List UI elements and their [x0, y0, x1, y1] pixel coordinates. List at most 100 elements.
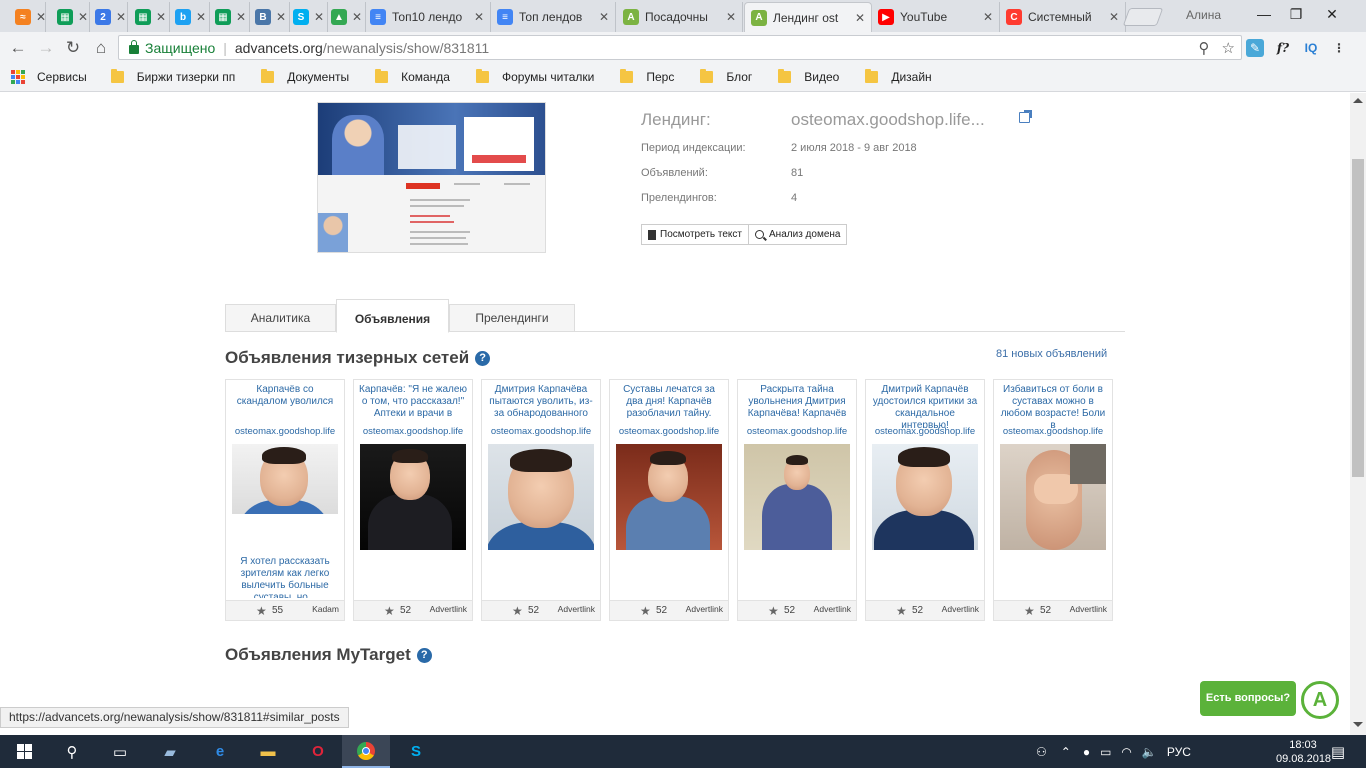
restore-icon[interactable]: ❐ [1282, 4, 1310, 24]
ad-image[interactable] [1000, 444, 1106, 550]
ad-headline[interactable]: Карпачёв: "Я не жалею о том, что рассказ… [358, 384, 468, 428]
tab-close-icon[interactable]: ✕ [983, 10, 993, 24]
landing-preview-image[interactable] [317, 102, 546, 253]
ad-domain[interactable]: osteomax.goodshop.life [866, 426, 984, 437]
tab-close-icon[interactable]: ✕ [599, 10, 609, 24]
tab-close-icon[interactable]: ✕ [352, 10, 362, 24]
ad-image[interactable] [616, 444, 722, 550]
teaser-ad-card[interactable]: Раскрыта тайна увольнения Дмитрия Карпач… [737, 379, 857, 621]
ad-image[interactable] [744, 444, 850, 550]
teaser-ad-card[interactable]: Карпачёв: "Я не жалею о том, что рассказ… [353, 379, 473, 621]
browser-tab[interactable]: A Лендинг ost ✕ [744, 2, 872, 32]
bookmark-folder[interactable]: Дизайн [865, 69, 932, 84]
page-scrollbar[interactable] [1350, 93, 1366, 735]
ad-headline[interactable]: Дмитрий Карпачёв удостоился критики за с… [870, 384, 980, 428]
edge-app-icon[interactable]: e [196, 735, 244, 768]
apps-icon[interactable] [11, 70, 25, 84]
tab-close-icon[interactable]: ✕ [1109, 10, 1119, 24]
ad-image[interactable] [872, 444, 978, 550]
task-view-icon[interactable]: ▭ [96, 735, 144, 768]
ad-domain[interactable]: osteomax.goodshop.life [610, 426, 728, 437]
battery-icon[interactable]: ▭ [1100, 745, 1111, 759]
ad-headline[interactable]: Избавиться от боли в суставах можно в лю… [998, 384, 1108, 428]
browser-tab[interactable]: ▦ ✕ [210, 2, 250, 32]
domain-analysis-button[interactable]: Анализ домена [749, 224, 848, 245]
help-icon[interactable]: ? [416, 647, 432, 663]
teaser-ad-card[interactable]: Избавиться от боли в суставах можно в лю… [993, 379, 1113, 621]
tab-close-icon[interactable]: ✕ [156, 10, 166, 24]
extension-iq-icon[interactable]: IQ [1302, 39, 1320, 57]
browser-tab[interactable]: ≈ ✕ [10, 2, 46, 32]
bookmark-apps-label[interactable]: Сервисы [37, 70, 87, 84]
ad-domain[interactable]: osteomax.goodshop.life [354, 426, 472, 437]
bookmark-folder[interactable]: Биржи тизерки пп [110, 69, 235, 84]
browser-tab[interactable]: B ✕ [250, 2, 290, 32]
opera-app-icon[interactable]: O [294, 735, 342, 768]
people-icon[interactable]: ⚇ [1036, 745, 1047, 759]
language-indicator[interactable]: РУС [1167, 745, 1191, 759]
extension-pen-icon[interactable]: ✎ [1246, 39, 1264, 57]
home-icon[interactable]: ⌂ [91, 38, 111, 58]
tab-close-icon[interactable]: ✕ [474, 10, 484, 24]
star-icon[interactable]: ★ [256, 604, 267, 618]
ad-description[interactable]: Я хотел рассказать зрителям как легко вы… [232, 556, 338, 598]
bookmark-folder[interactable]: Документы [261, 69, 349, 84]
external-link-icon[interactable] [1019, 110, 1032, 123]
tab-close-icon[interactable]: ✕ [855, 11, 865, 25]
url-text[interactable]: advancets.org/newanalysis/show/831811 [235, 40, 489, 56]
notepad-app-icon[interactable]: ▰ [146, 735, 194, 768]
tab-close-icon[interactable]: ✕ [196, 10, 206, 24]
reload-icon[interactable]: ↻ [63, 38, 83, 58]
start-button[interactable] [0, 735, 48, 768]
chat-logo-icon[interactable]: A [1301, 681, 1339, 719]
star-icon[interactable]: ★ [1024, 604, 1035, 618]
bookmark-folder[interactable]: Форумы читалки [475, 69, 594, 84]
browser-tab[interactable]: ▦ ✕ [52, 2, 90, 32]
tab-ads[interactable]: Объявления [336, 299, 449, 333]
tab-close-icon[interactable]: ✕ [116, 10, 126, 24]
browser-tab[interactable]: ▲ ✕ [326, 2, 366, 32]
browser-tab[interactable]: 2 ✕ [90, 2, 128, 32]
browser-tab[interactable]: ≡ Топ лендов ✕ [491, 2, 616, 32]
zoom-search-icon[interactable]: ⚲ [1199, 39, 1210, 57]
volume-icon[interactable]: 🔈 [1142, 745, 1157, 759]
star-icon[interactable]: ★ [640, 604, 651, 618]
search-taskbar-icon[interactable]: ⚲ [48, 735, 96, 768]
back-icon[interactable]: ← [8, 38, 28, 58]
tray-app-icon[interactable]: ● [1083, 745, 1090, 759]
profile-name[interactable]: Алина [1186, 8, 1221, 22]
browser-tab[interactable]: b ✕ [170, 2, 210, 32]
ad-domain[interactable]: osteomax.goodshop.life [738, 426, 856, 437]
tab-close-icon[interactable]: ✕ [314, 10, 324, 24]
tab-prelandings[interactable]: Прелендинги [449, 304, 575, 332]
tab-close-icon[interactable]: ✕ [236, 10, 246, 24]
scroll-down-icon[interactable] [1353, 722, 1363, 727]
tray-expand-icon[interactable]: ⌃ [1061, 745, 1071, 759]
new-tab-button[interactable] [1122, 8, 1164, 26]
browser-tab[interactable]: S ✕ [288, 2, 328, 32]
help-icon[interactable]: ? [475, 350, 491, 366]
browser-tab[interactable]: ≡ Топ10 лендо ✕ [364, 2, 491, 32]
ad-headline[interactable]: Раскрыта тайна увольнения Дмитрия Карпач… [742, 384, 852, 428]
ad-image[interactable] [360, 444, 466, 550]
teaser-ad-card[interactable]: Карпачёв со скандалом уволился osteomax.g… [225, 379, 345, 621]
browser-tab[interactable]: A Посадочны ✕ [617, 2, 743, 32]
ad-image[interactable] [488, 444, 594, 550]
ad-domain[interactable]: osteomax.goodshop.life [482, 426, 600, 437]
address-bar[interactable]: Защищено | advancets.org/newanalysis/sho… [118, 35, 1242, 60]
menu-icon[interactable]: ⋮ [1330, 39, 1348, 57]
notifications-icon[interactable]: ▤ [1318, 735, 1358, 768]
star-icon[interactable]: ★ [768, 604, 779, 618]
tab-close-icon[interactable]: ✕ [36, 10, 45, 24]
teaser-ad-card[interactable]: Дмитрия Карпачёва пытаются уволить, из-з… [481, 379, 601, 621]
bookmark-folder[interactable]: Видео [778, 69, 839, 84]
browser-tab[interactable]: C Системный ✕ [1000, 2, 1126, 32]
tab-close-icon[interactable]: ✕ [78, 10, 88, 24]
browser-tab[interactable]: ▶ YouTube ✕ [872, 2, 1000, 32]
chat-widget-button[interactable]: Есть вопросы? [1200, 681, 1296, 716]
star-icon[interactable]: ★ [896, 604, 907, 618]
bookmark-folder[interactable]: Перс [620, 69, 674, 84]
wifi-icon[interactable]: ◠ [1121, 745, 1131, 759]
skype-app-icon[interactable]: S [392, 735, 440, 768]
bookmark-folder[interactable]: Команда [375, 69, 450, 84]
